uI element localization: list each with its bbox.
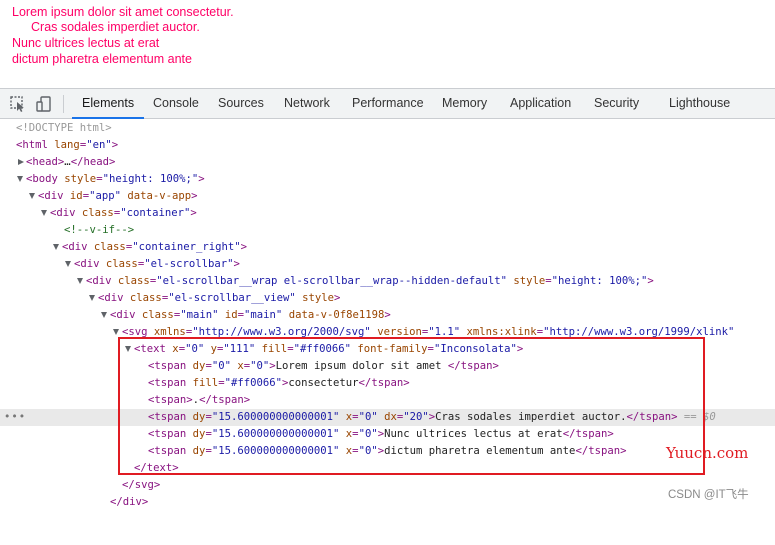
tab-elements[interactable]: Elements (71, 89, 145, 119)
tree-row[interactable]: <div id="app" data-v-app> (0, 188, 775, 205)
credit-watermark: CSDN @IT飞牛 (668, 489, 749, 501)
tree-row[interactable]: <body style="height: 100%;"> (0, 171, 775, 188)
tab-security[interactable]: Security (594, 89, 639, 118)
collapse-arrow-icon[interactable] (41, 210, 47, 216)
tab-sources[interactable]: Sources (218, 89, 264, 118)
tree-row[interactable]: <div class="main" id="main" data-v-0f8e1… (0, 307, 775, 324)
collapse-arrow-icon[interactable] (65, 261, 71, 267)
row-menu-dots[interactable]: ••• (4, 409, 26, 426)
svg-close-tag: </svg> (122, 479, 161, 491)
preview-line-2: Cras sodales imperdiet auctor. (31, 20, 200, 34)
tab-network[interactable]: Network (284, 89, 330, 118)
tree-row[interactable]: </div> (0, 494, 775, 511)
tree-row[interactable]: <div class="el-scrollbar__view" style> (0, 290, 775, 307)
tab-application[interactable]: Application (510, 89, 571, 118)
preview-line-3: Nunc ultrices lectus at erat (12, 36, 160, 50)
tab-memory[interactable]: Memory (442, 89, 487, 118)
inspect-element-icon[interactable] (9, 95, 27, 113)
device-toolbar-icon[interactable] (35, 95, 53, 113)
toolbar-separator (63, 95, 64, 113)
tree-row[interactable]: <!DOCTYPE html> (0, 120, 775, 137)
highlight-box (118, 337, 705, 475)
collapse-arrow-icon[interactable] (77, 278, 83, 284)
div-container-right-node: <div class="container_right"> (62, 241, 248, 253)
collapse-arrow-icon[interactable] (53, 244, 59, 250)
div-main-node: <div class="main" id="main" data-v-0f8e1… (110, 309, 391, 321)
head-node: <head>…</head> (26, 156, 116, 168)
tab-performance[interactable]: Performance (352, 89, 424, 118)
div-scrollbar-wrap-node: <div class="el-scrollbar__wrap el-scroll… (86, 275, 654, 287)
collapse-arrow-icon[interactable] (101, 312, 107, 318)
collapse-arrow-icon[interactable] (113, 329, 119, 335)
div-scrollbar-view-node: <div class="el-scrollbar__view" style> (98, 292, 341, 304)
tree-row[interactable]: <div class="container"> (0, 205, 775, 222)
collapse-arrow-icon[interactable] (29, 193, 35, 199)
div-close-tag: </div> (110, 496, 149, 508)
tree-row[interactable]: </svg> (0, 477, 775, 494)
tree-row[interactable]: <div class="container_right"> (0, 239, 775, 256)
tree-row[interactable]: <!--v-if--> (0, 222, 775, 239)
tree-row[interactable]: <html lang="en"> (0, 137, 775, 154)
tab-console[interactable]: Console (153, 89, 199, 118)
collapse-arrow-icon[interactable] (89, 295, 95, 301)
div-scrollbar-node: <div class="el-scrollbar"> (74, 258, 240, 270)
tree-row[interactable]: <div class="el-scrollbar"> (0, 256, 775, 273)
site-watermark: Yuucn.com (666, 444, 749, 462)
div-container-node: <div class="container"> (50, 207, 197, 219)
collapse-arrow-icon[interactable] (17, 176, 23, 182)
doctype-node: <!DOCTYPE html> (16, 122, 112, 134)
tab-lighthouse[interactable]: Lighthouse (669, 89, 730, 118)
preview-line-4: dictum pharetra elementum ante (12, 52, 192, 66)
div-app-node: <div id="app" data-v-app> (38, 190, 198, 202)
html-node: <html lang="en"> (16, 139, 119, 151)
expand-arrow-icon[interactable] (18, 159, 24, 165)
devtools-toolbar: Elements Console Sources Network Perform… (0, 88, 775, 119)
page-preview: Lorem ipsum dolor sit amet consectetur. … (0, 0, 775, 86)
comment-node: <!--v-if--> (64, 224, 135, 236)
tree-row[interactable]: <div class="el-scrollbar__wrap el-scroll… (0, 273, 775, 290)
tree-row[interactable]: <head>…</head> (0, 154, 775, 171)
preview-line-1: Lorem ipsum dolor sit amet consectetur. (12, 5, 234, 19)
body-node: <body style="height: 100%;"> (26, 173, 205, 185)
